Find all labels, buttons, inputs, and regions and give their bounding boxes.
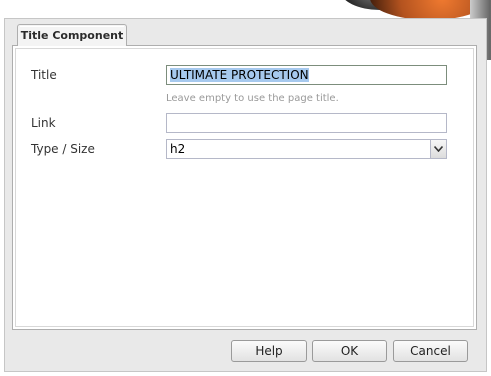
chevron-down-icon[interactable] bbox=[430, 140, 446, 158]
title-hint: Leave empty to use the page title. bbox=[166, 93, 339, 104]
type-size-label: Type / Size bbox=[31, 142, 95, 156]
title-input[interactable]: ULTIMATE PROTECTION bbox=[166, 65, 447, 85]
tab-label: Title Component bbox=[20, 29, 124, 42]
link-input[interactable] bbox=[166, 113, 447, 133]
type-size-select[interactable]: h2 bbox=[166, 139, 447, 159]
ok-button-label: OK bbox=[340, 344, 359, 358]
cancel-button[interactable]: Cancel bbox=[393, 340, 468, 362]
type-size-value: h2 bbox=[170, 142, 186, 156]
cancel-button-label: Cancel bbox=[410, 344, 451, 358]
help-button[interactable]: Help bbox=[231, 340, 307, 362]
link-label: Link bbox=[31, 116, 56, 130]
help-button-label: Help bbox=[255, 344, 283, 358]
title-label: Title bbox=[31, 68, 57, 82]
form-panel: Title ULTIMATE PROTECTION Leave empty to… bbox=[12, 45, 477, 330]
tab-title-component[interactable]: Title Component bbox=[17, 24, 127, 46]
ok-button[interactable]: OK bbox=[312, 340, 387, 362]
title-input-value: ULTIMATE PROTECTION bbox=[170, 68, 309, 82]
